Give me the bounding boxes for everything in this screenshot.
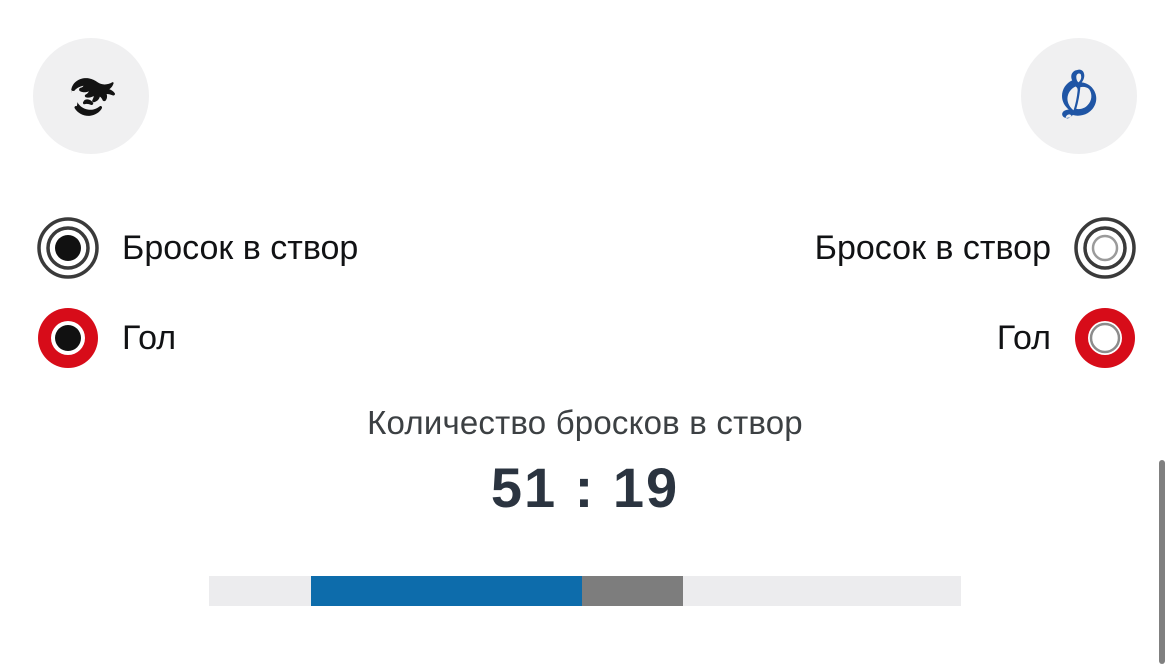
away-shots-bar-segment	[582, 576, 683, 606]
home-shots-bar-segment	[311, 576, 582, 606]
event-legend-rows: Бросок в створ Бросок в створ Гол Гол	[0, 213, 1170, 393]
shot-on-goal-stats-panel: Бросок в створ Бросок в створ Гол Гол Ко…	[0, 0, 1170, 664]
target-outline-icon	[1073, 216, 1137, 280]
away-goal-indicator[interactable]: Гол	[997, 303, 1137, 373]
summary-score: 51 : 19	[490, 456, 680, 520]
team-logos-row	[0, 38, 1170, 154]
home-goal-label: Гол	[122, 319, 177, 357]
home-shot-on-goal-indicator[interactable]: Бросок в створ	[36, 213, 358, 283]
vertical-scrollbar[interactable]	[1158, 0, 1170, 664]
stat-row-goal: Гол Гол	[0, 303, 1170, 393]
shots-summary-block: Количество бросков в створ 51 : 19	[0, 404, 1170, 520]
home-goal-indicator[interactable]: Гол	[36, 303, 176, 373]
goal-target-filled-icon	[36, 306, 100, 370]
stat-row-shot-on-goal: Бросок в створ Бросок в створ	[0, 213, 1170, 303]
dynamo-d-icon	[1045, 62, 1113, 130]
home-team-logo-badge[interactable]	[33, 38, 149, 154]
away-team-logo-badge[interactable]	[1021, 38, 1137, 154]
shots-comparison-bar	[209, 576, 961, 606]
summary-title: Количество бросков в створ	[367, 404, 803, 441]
scrollbar-thumb[interactable]	[1159, 460, 1165, 664]
bear-head-icon	[57, 62, 125, 130]
away-shot-on-goal-label: Бросок в створ	[814, 229, 1051, 267]
away-shot-on-goal-indicator[interactable]: Бросок в створ	[815, 213, 1137, 283]
target-filled-icon	[36, 216, 100, 280]
goal-target-outline-icon	[1073, 306, 1137, 370]
away-goal-label: Гол	[996, 319, 1051, 357]
home-shot-on-goal-label: Бросок в створ	[122, 229, 359, 267]
